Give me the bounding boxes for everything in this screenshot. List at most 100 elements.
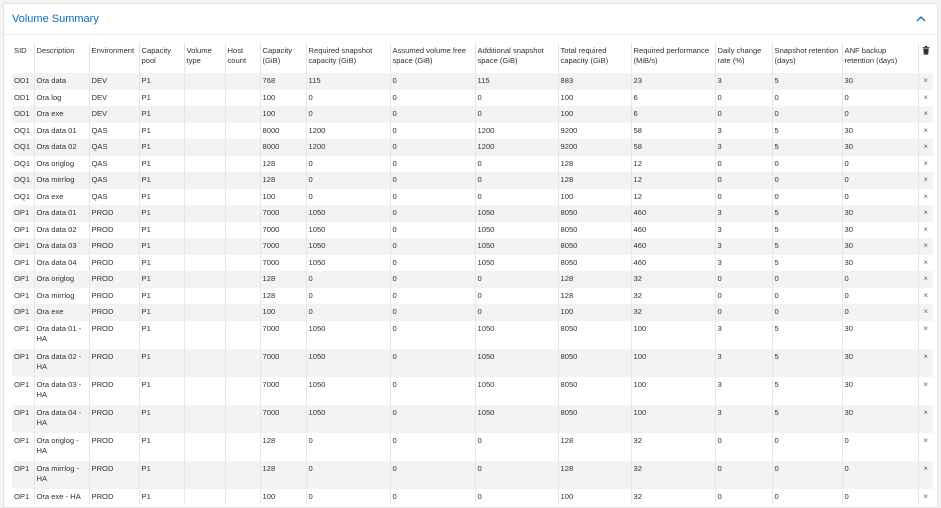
trash-icon[interactable] [922,46,930,57]
table-cell: 1050 [475,376,559,405]
table-cell [184,106,226,123]
column-header: Total required capacity (GiB) [558,43,632,73]
close-icon[interactable]: × [923,492,928,501]
close-icon[interactable]: × [923,126,928,135]
delete-row-button[interactable]: × [918,139,933,156]
delete-row-button[interactable]: × [918,255,933,272]
table-row: OD1 Ora data DEV P1 768 115 0 115 883 23 3 5 30 × [12,73,933,90]
table-cell: 1200 [475,139,559,156]
table-cell: Ora exe [34,106,90,123]
table-cell: 7000 [260,376,307,405]
close-icon[interactable]: × [923,159,928,168]
table-cell: 0 [390,488,476,505]
close-icon[interactable]: × [923,192,928,201]
close-icon[interactable]: × [923,109,928,118]
close-icon[interactable]: × [923,464,928,473]
delete-row-button[interactable]: × [918,205,933,222]
table-cell: 0 [475,460,559,489]
table-cell: 12 [631,188,716,205]
table-row: OP1 Ora data 01 - HA PROD P1 7000 1050 0 1050 80… [12,320,933,349]
table-cell: 115 [306,73,391,90]
delete-row-button[interactable]: × [918,433,933,461]
delete-row-button[interactable]: × [918,222,933,239]
close-icon[interactable]: × [923,291,928,300]
table-cell: Ora log [34,89,90,106]
close-icon[interactable]: × [923,258,928,267]
table-cell: OP1 [12,348,35,377]
table-cell: 100 [558,89,632,106]
close-icon[interactable]: × [923,352,928,361]
table-cell: Ora data 03 [34,238,90,255]
table-cell: 128 [558,432,632,461]
delete-row-button[interactable]: × [918,123,933,140]
delete-row-button[interactable]: × [918,238,933,255]
delete-row-button[interactable]: × [918,106,933,123]
table-cell: 0 [842,188,919,205]
delete-row-button[interactable]: × [918,172,933,189]
table-cell: 0 [475,188,559,205]
table-cell [225,460,261,489]
table-row: OP1 Ora data 01 PROD P1 7000 1050 0 1050 8050 460… [12,205,933,222]
delete-all-column-header[interactable] [918,43,933,73]
table-cell: 32 [631,304,716,321]
close-icon[interactable]: × [923,436,928,445]
close-icon[interactable]: × [923,93,928,102]
delete-row-button[interactable]: × [918,405,933,433]
close-icon[interactable]: × [923,307,928,316]
table-cell: 5 [772,376,843,405]
close-icon[interactable]: × [923,76,928,85]
delete-row-button[interactable]: × [918,304,933,321]
volume-summary-panel: Volume Summary SID Description Environment… [3,3,938,508]
delete-row-button[interactable]: × [918,377,933,405]
table-cell: 1200 [306,139,391,156]
close-icon[interactable]: × [923,274,928,283]
column-header: Description [34,43,90,73]
close-icon[interactable]: × [923,408,928,417]
delete-row-button[interactable]: × [918,271,933,288]
table-cell: 0 [772,287,843,304]
table-cell [184,287,226,304]
table-header-row: SID Description Environment Capacity pool Vo… [12,43,933,73]
delete-row-button[interactable]: × [918,489,933,506]
table-row: OQ1 Ora exe QAS P1 100 0 0 0 100 12 0 0 0 × [12,188,933,206]
delete-row-button[interactable]: × [918,349,933,377]
close-icon[interactable]: × [923,241,928,250]
delete-row-button[interactable]: × [918,288,933,305]
table-cell: OP1 [12,271,35,288]
table-cell: 8050 [558,320,632,349]
delete-row-button[interactable]: × [918,189,933,206]
table-cell: 7000 [260,205,307,222]
delete-row-button[interactable]: × [918,156,933,173]
table-cell: P1 [139,155,185,172]
chevron-up-icon[interactable] [914,12,928,26]
table-cell: PROD [89,205,140,222]
panel-header[interactable]: Volume Summary [4,4,937,35]
delete-row-button[interactable]: × [918,73,933,90]
close-icon[interactable]: × [923,225,928,234]
table-cell: Ora mirrlog [34,172,90,189]
table-cell: 0 [715,432,773,461]
delete-row-button[interactable]: × [918,90,933,107]
table-cell [225,172,261,189]
table-cell: 0 [475,271,559,288]
table-cell: 3 [715,348,773,377]
table-cell: 128 [260,271,307,288]
table-cell: 12 [631,155,716,172]
delete-row-button[interactable]: × [918,461,933,489]
close-icon[interactable]: × [923,175,928,184]
table-cell: P1 [139,488,185,505]
close-icon[interactable]: × [923,380,928,389]
table-cell [184,432,226,461]
close-icon[interactable]: × [923,142,928,151]
table-cell: 100 [558,304,632,321]
close-icon[interactable]: × [923,208,928,217]
table-cell [184,155,226,172]
table-cell: 3 [715,238,773,255]
close-icon[interactable]: × [923,324,928,333]
table-cell: Ora data 02 - HA [34,348,90,377]
table-cell: 0 [772,188,843,205]
table-cell: 0 [715,460,773,489]
delete-row-button[interactable]: × [918,321,933,349]
table-cell: 0 [715,287,773,304]
table-cell [184,73,226,90]
